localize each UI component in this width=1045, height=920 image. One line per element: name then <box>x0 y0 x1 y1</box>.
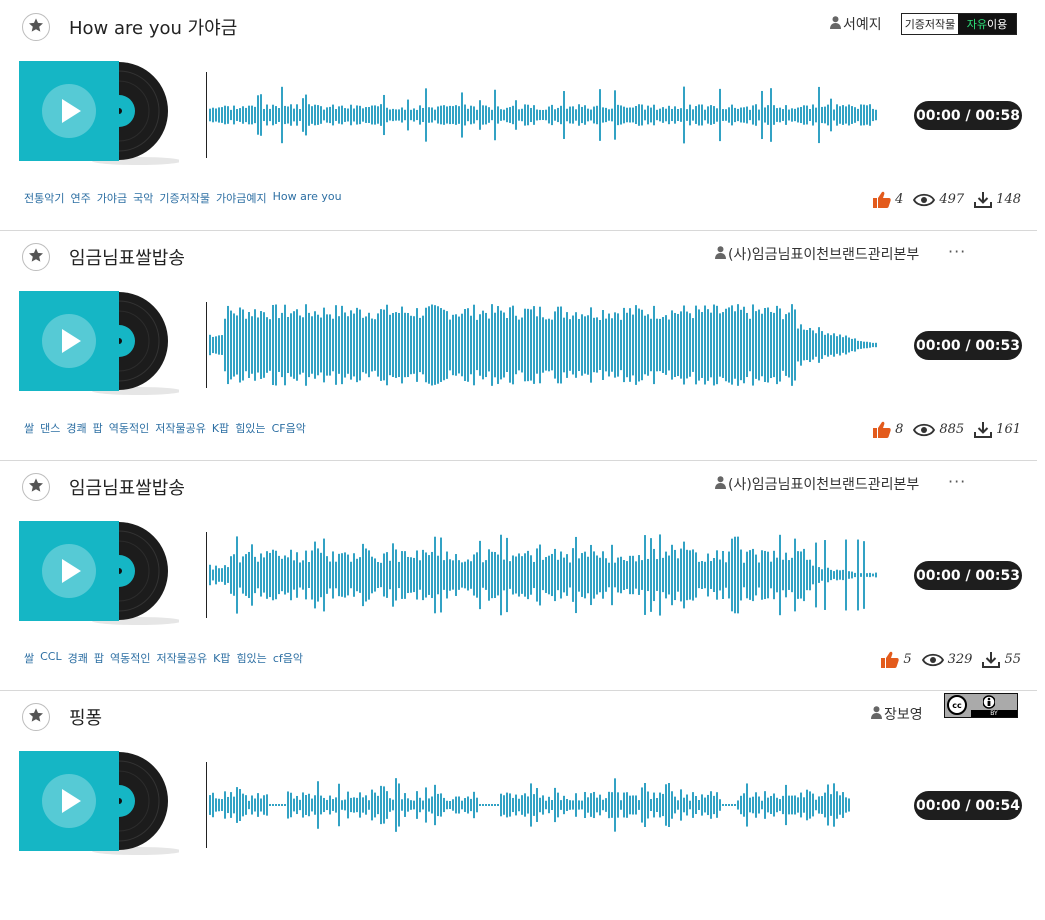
track-item: 임금님표쌀밥송 (사)임금님표이천브랜드관리본부 ··· 00:00 / 00:… <box>0 230 1037 461</box>
track-stats: 5 329 55 <box>871 651 1021 668</box>
tag-link[interactable]: 기증저작물 <box>159 190 210 206</box>
favorite-star-button[interactable] <box>22 243 50 271</box>
like-button[interactable]: 4 <box>873 191 903 208</box>
license-donated-label: 기증저작물 <box>902 14 958 34</box>
track-author[interactable]: (사)임금님표이천브랜드관리본부 <box>715 244 919 264</box>
track-author[interactable]: (사)임금님표이천브랜드관리본부 <box>715 474 919 494</box>
more-options-button[interactable]: ··· <box>948 242 966 261</box>
tag-list: 쌀 CCL 경쾌 팝 역동적인 저작물공유 K팝 힘있는 cf음악 <box>24 650 303 666</box>
tag-link[interactable]: 댄스 <box>40 420 60 436</box>
tag-link[interactable]: 연주 <box>70 190 90 206</box>
tag-link[interactable]: 국악 <box>133 190 153 206</box>
star-icon <box>28 707 44 727</box>
waveform-seekbar[interactable] <box>206 532 896 618</box>
more-options-button[interactable]: ··· <box>948 472 966 491</box>
track-title[interactable]: 임금님표쌀밥송 <box>69 474 185 500</box>
star-icon <box>28 247 44 267</box>
views-count: 329 <box>921 652 972 667</box>
track-author[interactable]: 서예지 <box>830 14 882 34</box>
like-button[interactable]: 5 <box>881 651 912 668</box>
cc-by-license-icon[interactable]: cc BY <box>944 693 1018 718</box>
play-album-button[interactable] <box>19 521 182 626</box>
tag-link[interactable]: 경쾌 <box>68 650 88 666</box>
play-album-button[interactable] <box>19 291 182 396</box>
track-title[interactable]: 핑퐁 <box>69 704 102 730</box>
tag-link[interactable]: CF음악 <box>272 420 306 436</box>
duration-display: 00:00 / 00:58 <box>914 101 1022 130</box>
person-icon <box>830 15 843 33</box>
tag-link[interactable]: 가야금예지 <box>216 190 267 206</box>
license-badge[interactable]: 기증저작물 자유 이용 <box>901 13 1017 35</box>
track-stats: 4 497 148 <box>863 191 1021 208</box>
duration-display: 00:00 / 00:53 <box>914 561 1022 590</box>
tag-link[interactable]: 가야금 <box>97 190 127 206</box>
play-album-button[interactable] <box>19 61 182 166</box>
person-icon <box>715 475 728 493</box>
tag-link[interactable]: CCL <box>40 650 62 666</box>
track-item: 핑퐁 장보영 cc BY 00:00 / 00:54 <box>0 690 1037 920</box>
tag-link[interactable]: 저작물공유 <box>156 650 207 666</box>
tag-link[interactable]: 팝 <box>94 650 104 666</box>
tag-list: 쌀 댄스 경쾌 팝 역동적인 저작물공유 K팝 힘있는 CF음악 <box>24 420 306 436</box>
download-button[interactable]: 148 <box>974 191 1021 208</box>
waveform-seekbar[interactable] <box>206 302 896 388</box>
duration-display: 00:00 / 00:53 <box>914 331 1022 360</box>
person-icon <box>715 245 728 263</box>
download-button[interactable]: 161 <box>974 421 1021 438</box>
tag-list: 전통악기 연주 가야금 국악 기증저작물 가야금예지 How are you <box>24 190 342 206</box>
track-title[interactable]: How are you 가야금 <box>69 14 237 40</box>
tag-link[interactable]: 전통악기 <box>24 190 64 206</box>
person-icon <box>871 705 884 723</box>
tag-link[interactable]: cf음악 <box>273 650 303 666</box>
track-title[interactable]: 임금님표쌀밥송 <box>69 244 185 270</box>
favorite-star-button[interactable] <box>22 473 50 501</box>
waveform-seekbar[interactable] <box>206 72 896 158</box>
like-button[interactable]: 8 <box>873 421 903 438</box>
favorite-star-button[interactable] <box>22 703 50 731</box>
track-item: How are you 가야금 서예지 기증저작물 자유 이용 00:00 / 0… <box>0 0 1037 231</box>
person-icon <box>980 695 998 709</box>
download-button[interactable]: 55 <box>982 651 1021 668</box>
tag-link[interactable]: 힘있는 <box>236 650 266 666</box>
track-item: 임금님표쌀밥송 (사)임금님표이천브랜드관리본부 ··· 00:00 / 00:… <box>0 460 1037 691</box>
tag-link[interactable]: 저작물공유 <box>155 420 206 436</box>
play-album-button[interactable] <box>19 751 182 856</box>
waveform-seekbar[interactable] <box>206 762 896 848</box>
tag-link[interactable]: 경쾌 <box>66 420 86 436</box>
tag-link[interactable]: 쌀 <box>24 650 34 666</box>
views-count: 885 <box>913 422 964 437</box>
favorite-star-button[interactable] <box>22 13 50 41</box>
star-icon <box>28 17 44 37</box>
tag-link[interactable]: 역동적인 <box>109 420 149 436</box>
tag-link[interactable]: 쌀 <box>24 420 34 436</box>
tag-link[interactable]: 팝 <box>93 420 103 436</box>
tag-link[interactable]: K팝 <box>213 650 230 666</box>
track-author[interactable]: 장보영 <box>871 704 923 724</box>
star-icon <box>28 477 44 497</box>
tag-link[interactable]: K팝 <box>212 420 229 436</box>
track-stats: 8 885 161 <box>863 421 1021 438</box>
duration-display: 00:00 / 00:54 <box>914 791 1022 820</box>
views-count: 497 <box>913 192 964 207</box>
tag-link[interactable]: 역동적인 <box>110 650 150 666</box>
license-free-label: 자유 이용 <box>958 14 1016 34</box>
tag-link[interactable]: 힘있는 <box>235 420 265 436</box>
tag-link[interactable]: How are you <box>273 190 342 206</box>
